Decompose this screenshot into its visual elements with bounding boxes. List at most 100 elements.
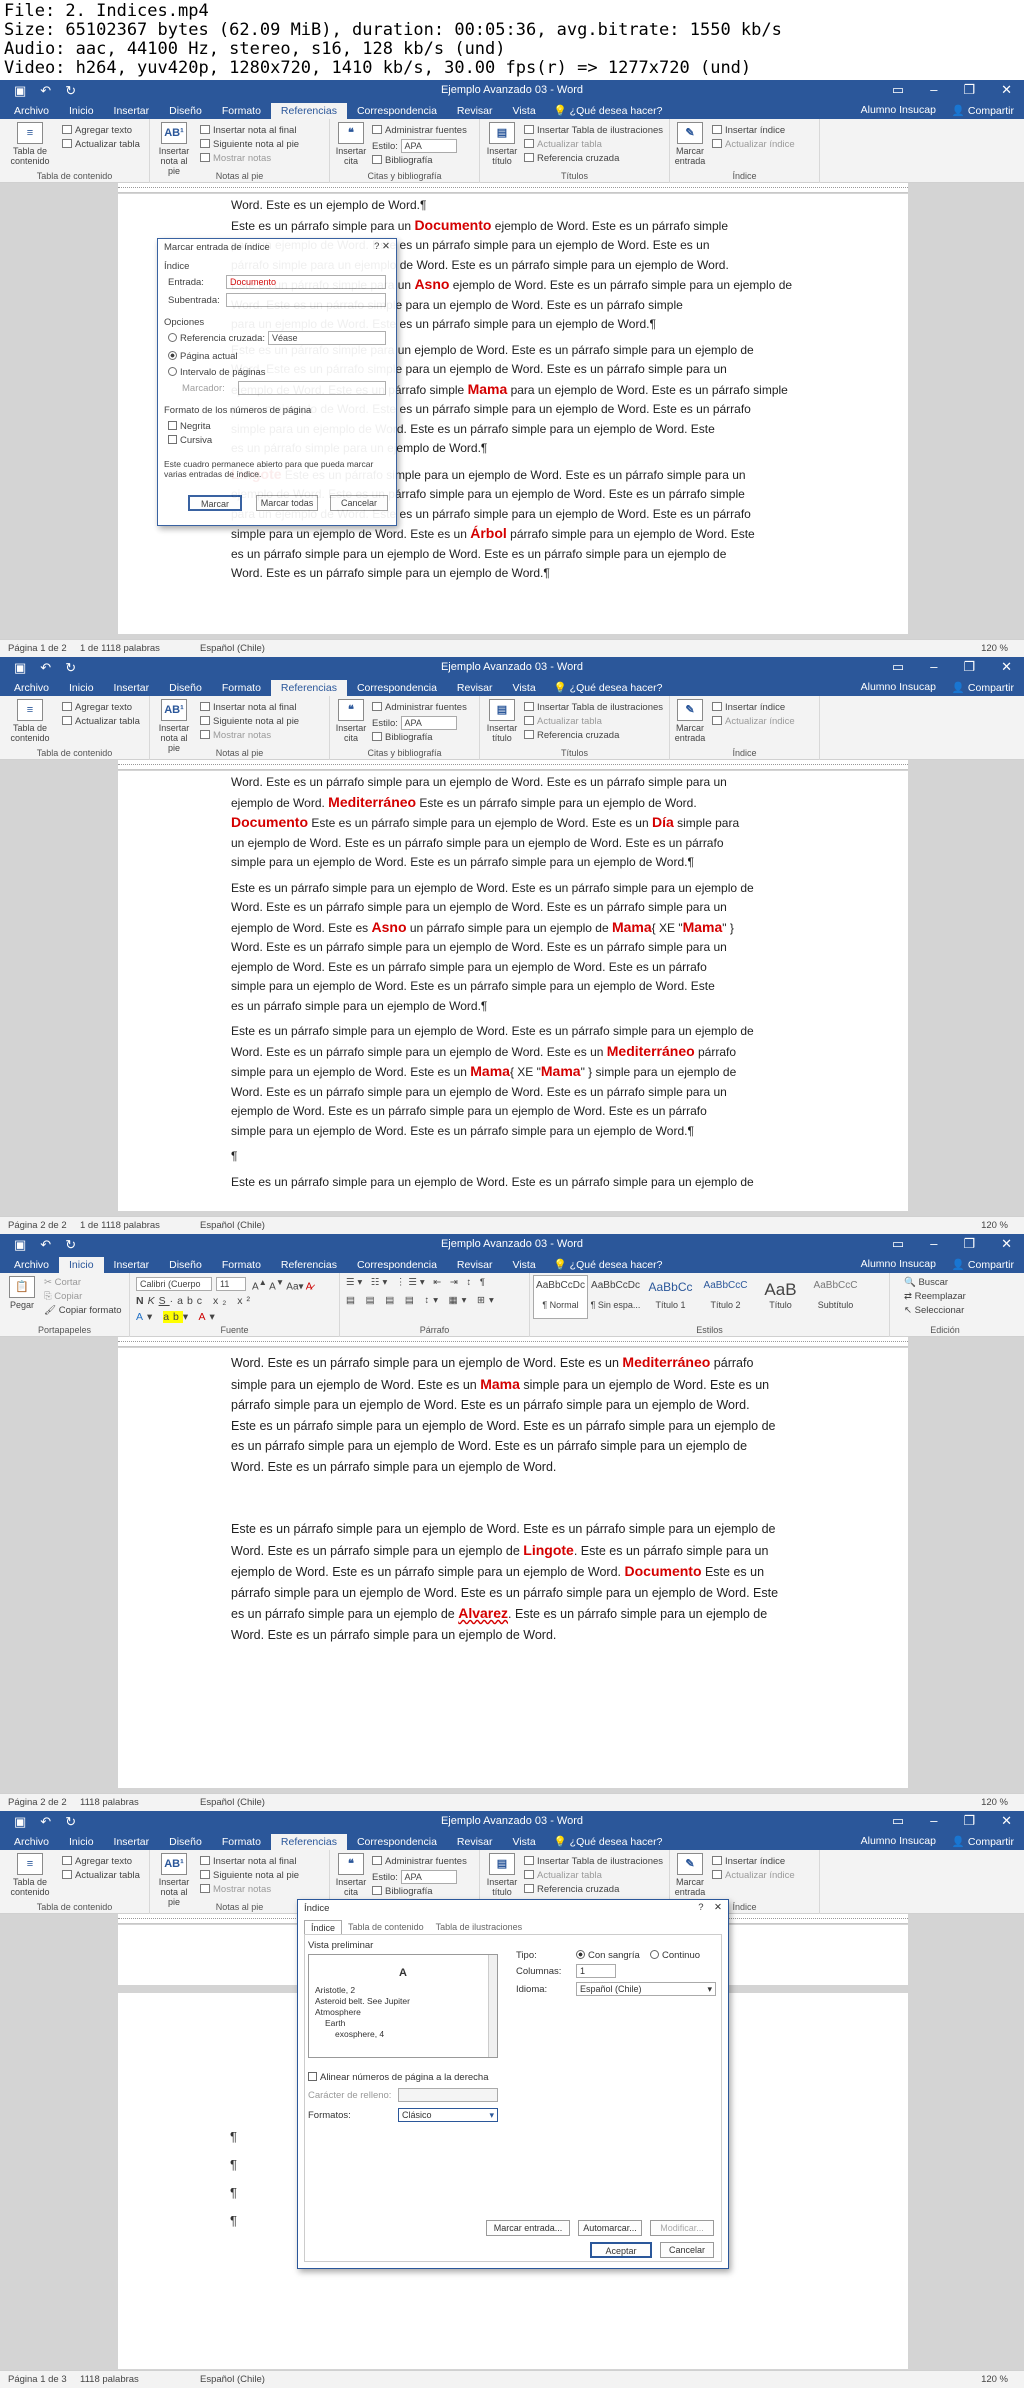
tab-correspondencia[interactable]: Correspondencia xyxy=(347,1834,447,1850)
formats-select[interactable]: Clásico ▾ xyxy=(398,2108,498,2122)
add-text-button[interactable]: Agregar texto xyxy=(62,702,132,713)
toc-button[interactable]: ≡ Tabla de contenido xyxy=(6,699,54,743)
insert-citation-button[interactable]: ❝ Insertar cita xyxy=(334,122,368,166)
style-heading-2[interactable]: AaBbCcC Título 2 xyxy=(698,1275,753,1319)
update-table-button[interactable]: Actualizar tabla xyxy=(62,1870,140,1881)
horizontal-ruler[interactable] xyxy=(118,1337,908,1347)
insert-caption-button[interactable]: ▤ Insertar título xyxy=(484,122,520,166)
ok-button[interactable]: Aceptar xyxy=(590,2242,652,2258)
cancel-button[interactable]: Cancelar xyxy=(660,2242,714,2258)
cross-ref-radio[interactable]: Referencia cruzada: xyxy=(168,333,265,344)
tab-archivo[interactable]: Archivo xyxy=(4,103,59,119)
preview-scrollbar[interactable] xyxy=(488,1955,497,2057)
tell-me-box[interactable]: 💡 ¿Qué desea hacer? xyxy=(546,679,671,696)
update-table-button[interactable]: Actualizar tabla xyxy=(62,716,140,727)
insert-caption-button[interactable]: ▤ Insertar título xyxy=(484,1853,520,1897)
toc-button[interactable]: ≡ Tabla de contenido xyxy=(6,1853,54,1897)
style-subtitle[interactable]: AaBbCcC Subtítulo xyxy=(808,1275,863,1319)
close-icon[interactable]: ? ✕ xyxy=(374,241,390,252)
bibliography-button[interactable]: Bibliografía xyxy=(372,155,433,166)
cross-reference-button[interactable]: Referencia cruzada xyxy=(524,730,619,741)
mark-entry-button[interactable]: ✎ Marcar entrada xyxy=(672,122,708,166)
mark-button[interactable]: Marcar xyxy=(188,495,242,511)
insert-index-button[interactable]: Insertar índice xyxy=(712,1856,785,1867)
tab-insertar[interactable]: Insertar xyxy=(104,680,160,696)
tab-vista[interactable]: Vista xyxy=(503,680,546,696)
find-button[interactable]: 🔍 Buscar xyxy=(904,1277,948,1288)
tab-insertar[interactable]: Insertar xyxy=(104,103,160,119)
show-notes-button[interactable]: Mostrar notas xyxy=(200,730,271,741)
replace-button[interactable]: ⇄ Reemplazar xyxy=(904,1291,966,1302)
font-size-select[interactable]: 11 xyxy=(216,1277,246,1291)
zoom-level[interactable]: 120 % xyxy=(981,2374,1008,2385)
close-icon[interactable]: ✕ xyxy=(1001,1236,1012,1252)
tab-inicio[interactable]: Inicio xyxy=(59,680,104,696)
zoom-level[interactable]: 120 % xyxy=(981,643,1008,654)
italic-checkbox[interactable]: Cursiva xyxy=(168,435,212,446)
current-page-radio[interactable]: Página actual xyxy=(168,351,238,362)
close-icon[interactable]: ✕ xyxy=(1001,1813,1012,1829)
language-indicator[interactable]: Español (Chile) xyxy=(200,1220,265,1231)
tab-archivo[interactable]: Archivo xyxy=(4,1257,59,1273)
next-footnote-button[interactable]: Siguiente nota al pie xyxy=(200,716,299,727)
update-index-button[interactable]: Actualizar índice xyxy=(712,139,795,150)
horizontal-ruler[interactable] xyxy=(118,760,908,770)
format-painter-button[interactable]: 🖌 Copiar formato xyxy=(44,1305,122,1316)
style-select[interactable]: Estilo: APA xyxy=(372,139,457,153)
manage-sources-button[interactable]: Administrar fuentes xyxy=(372,125,467,136)
insert-index-button[interactable]: Insertar índice xyxy=(712,125,785,136)
copy-button[interactable]: ⎘ Copiar xyxy=(44,1291,82,1302)
insert-table-figures-button[interactable]: Insertar Tabla de ilustraciones xyxy=(524,125,663,136)
modify-button[interactable]: Modificar... xyxy=(650,2220,714,2236)
mark-entry-button[interactable]: ✎ Marcar entrada xyxy=(672,699,708,743)
show-notes-button[interactable]: Mostrar notas xyxy=(200,153,271,164)
entry-input[interactable]: Documento xyxy=(226,275,386,289)
tab-archivo[interactable]: Archivo xyxy=(4,1834,59,1850)
language-indicator[interactable]: Español (Chile) xyxy=(200,643,265,654)
bibliography-button[interactable]: Bibliografía xyxy=(372,1886,433,1897)
style-normal[interactable]: AaBbCcDc ¶ Normal xyxy=(533,1275,588,1319)
document-body[interactable]: Word. Este es un párrafo simple para un … xyxy=(231,773,801,1192)
tab-formato[interactable]: Formato xyxy=(212,1257,271,1273)
tab-table-figures[interactable]: Tabla de ilustraciones xyxy=(430,1920,529,1935)
language-select[interactable]: Español (Chile) ▾ xyxy=(576,1982,716,1996)
share-button[interactable]: 👤 Compartir xyxy=(952,1835,1014,1848)
insert-endnote-button[interactable]: Insertar nota al final xyxy=(200,125,296,136)
list-buttons[interactable]: ☰▾ ☷▾ ⋮☰▾ ⇤ ⇥ ↕ ¶ xyxy=(346,1277,488,1288)
insert-index-button[interactable]: Insertar índice xyxy=(712,702,785,713)
close-icon[interactable]: ✕ xyxy=(1001,659,1012,675)
tab-inicio[interactable]: Inicio xyxy=(59,1257,104,1273)
tab-leader-select[interactable] xyxy=(398,2088,498,2102)
word-count[interactable]: 1118 palabras xyxy=(80,1797,139,1808)
insert-footnote-button[interactable]: AB¹ Insertar nota al pie xyxy=(154,1853,194,1907)
tab-referencias[interactable]: Referencias xyxy=(270,680,347,696)
font-size-buttons[interactable]: A▲ A▼ Aa▾ A̷ xyxy=(252,1277,312,1292)
align-buttons[interactable]: ▤ ▤ ▤ ▤ ↕▾ ▦▾ ⊞▾ xyxy=(346,1295,498,1306)
tab-formato[interactable]: Formato xyxy=(212,1834,271,1850)
close-icon[interactable]: ✕ xyxy=(1001,82,1012,98)
tab-vista[interactable]: Vista xyxy=(503,1834,546,1850)
tab-correspondencia[interactable]: Correspondencia xyxy=(347,103,447,119)
word-count[interactable]: 1 de 1118 palabras xyxy=(80,643,160,654)
tab-index[interactable]: Índice xyxy=(304,1920,343,1935)
word-count[interactable]: 1118 palabras xyxy=(80,2374,139,2385)
zoom-level[interactable]: 120 % xyxy=(981,1220,1008,1231)
share-button[interactable]: 👤 Compartir xyxy=(952,104,1014,117)
tab-formato[interactable]: Formato xyxy=(212,103,271,119)
style-title[interactable]: AaB Título xyxy=(753,1275,808,1319)
tab-inicio[interactable]: Inicio xyxy=(59,103,104,119)
tab-diseno[interactable]: Diseño xyxy=(159,1257,212,1273)
tab-diseno[interactable]: Diseño xyxy=(159,103,212,119)
tab-insertar[interactable]: Insertar xyxy=(104,1834,160,1850)
cancel-button[interactable]: Cancelar xyxy=(330,495,388,511)
update-table-figures-button[interactable]: Actualizar tabla xyxy=(524,716,602,727)
show-notes-button[interactable]: Mostrar notas xyxy=(200,1884,271,1895)
tab-toc[interactable]: Tabla de contenido xyxy=(342,1920,430,1935)
style-select[interactable]: Estilo: APA xyxy=(372,1870,457,1884)
tell-me-box[interactable]: 💡 ¿Qué desea hacer? xyxy=(546,1833,671,1850)
ribbon-options-icon[interactable]: ▭ xyxy=(892,82,904,98)
page-indicator[interactable]: Página 2 de 2 xyxy=(8,1797,67,1808)
tab-inicio[interactable]: Inicio xyxy=(59,1834,104,1850)
right-align-checkbox[interactable]: Alinear números de página a la derecha xyxy=(308,2072,488,2083)
language-indicator[interactable]: Español (Chile) xyxy=(200,1797,265,1808)
